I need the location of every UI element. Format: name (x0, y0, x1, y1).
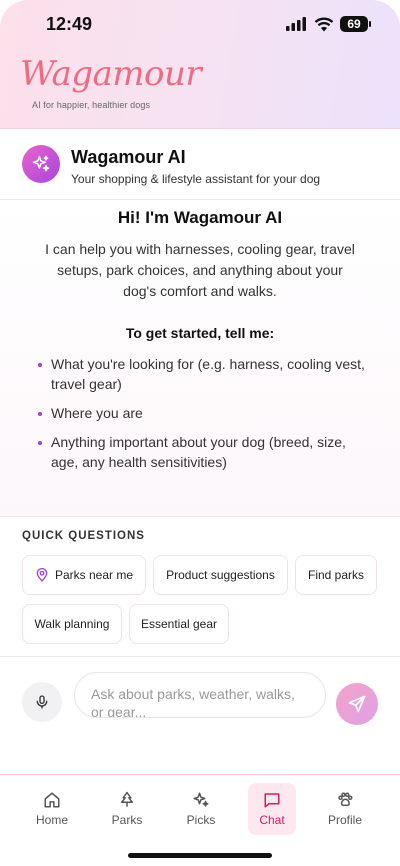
home-indicator (128, 853, 272, 858)
wifi-icon (314, 17, 334, 32)
app-header: 12:49 69 Wagamour AI for happier, health… (0, 0, 400, 128)
microphone-icon (36, 695, 48, 709)
tree-icon (121, 791, 133, 807)
chip-product-suggestions[interactable]: Product suggestions (153, 555, 288, 595)
chip-find-parks[interactable]: Find parks (295, 555, 377, 595)
chip-parks-near-me[interactable]: Parks near me (22, 555, 146, 595)
quick-questions-label: QUICK QUESTIONS (22, 530, 145, 542)
assistant-title: Wagamour AI (71, 147, 186, 167)
paw-icon (338, 792, 353, 807)
list-item: Where you are (36, 403, 366, 423)
assistant-avatar (22, 145, 60, 183)
chip-label: Essential gear (140, 617, 218, 631)
send-button[interactable] (336, 683, 378, 725)
welcome-message: Hi! I'm Wagamour AI I can help you with … (0, 200, 400, 516)
nav-label: Profile (327, 813, 362, 827)
microphone-button[interactable] (22, 682, 62, 722)
nav-item-chat[interactable]: Chat (248, 783, 296, 835)
chip-essential-gear[interactable]: Essential gear (129, 604, 229, 644)
send-icon (348, 695, 366, 713)
chip-label: Find parks (307, 568, 365, 582)
chat-input-bar: Ask about parks, weather, walks, or gear… (0, 656, 400, 774)
nav-label: Parks (111, 813, 143, 827)
sparkles-icon (32, 155, 50, 172)
brand-tagline: AI for happier, healthier dogs (32, 100, 151, 110)
cellular-signal-icon (286, 17, 306, 31)
nav-label: Picks (186, 813, 216, 827)
list-item: Anything important about your dog (breed… (36, 432, 366, 472)
nav-item-picks[interactable]: Picks (177, 783, 225, 835)
welcome-heading: Hi! I'm Wagamour AI (117, 208, 283, 227)
brand-logo: Wagamour (20, 54, 202, 94)
status-bar: 12:49 69 (0, 14, 400, 36)
app-screen: 12:49 69 Wagamour AI for happier, health… (0, 0, 400, 866)
home-icon (44, 792, 60, 808)
battery-indicator: 69 (340, 16, 371, 32)
chip-label: Product suggestions (166, 568, 275, 582)
assistant-header: Wagamour AI Your shopping & lifestyle as… (0, 128, 400, 200)
chat-input[interactable]: Ask about parks, weather, walks, or gear… (74, 672, 326, 718)
nav-item-home[interactable]: Home (28, 783, 76, 835)
nav-item-parks[interactable]: Parks (103, 783, 151, 835)
nav-label: Home (35, 813, 68, 827)
assistant-subtitle: Your shopping & lifestyle assistant for … (71, 172, 321, 186)
nav-item-profile[interactable]: Profile (321, 783, 369, 835)
nav-label: Chat (259, 813, 285, 827)
list-item: What you're looking for (e.g. harness, c… (36, 354, 366, 394)
get-started-prompt: To get started, tell me: (125, 325, 275, 341)
chat-icon (264, 793, 280, 808)
sparkles-icon (193, 792, 209, 807)
get-started-list: What you're looking for (e.g. harness, c… (36, 354, 366, 481)
chip-label: Parks near me (54, 568, 134, 582)
welcome-intro: I can help you with harnesses, cooling g… (45, 241, 355, 299)
chip-label: Walk planning (34, 617, 110, 631)
quick-questions: QUICK QUESTIONS Parks near me Product su… (0, 516, 400, 656)
map-pin-icon (36, 568, 48, 582)
chip-walk-planning[interactable]: Walk planning (22, 604, 122, 644)
status-time: 12:49 (46, 14, 93, 34)
